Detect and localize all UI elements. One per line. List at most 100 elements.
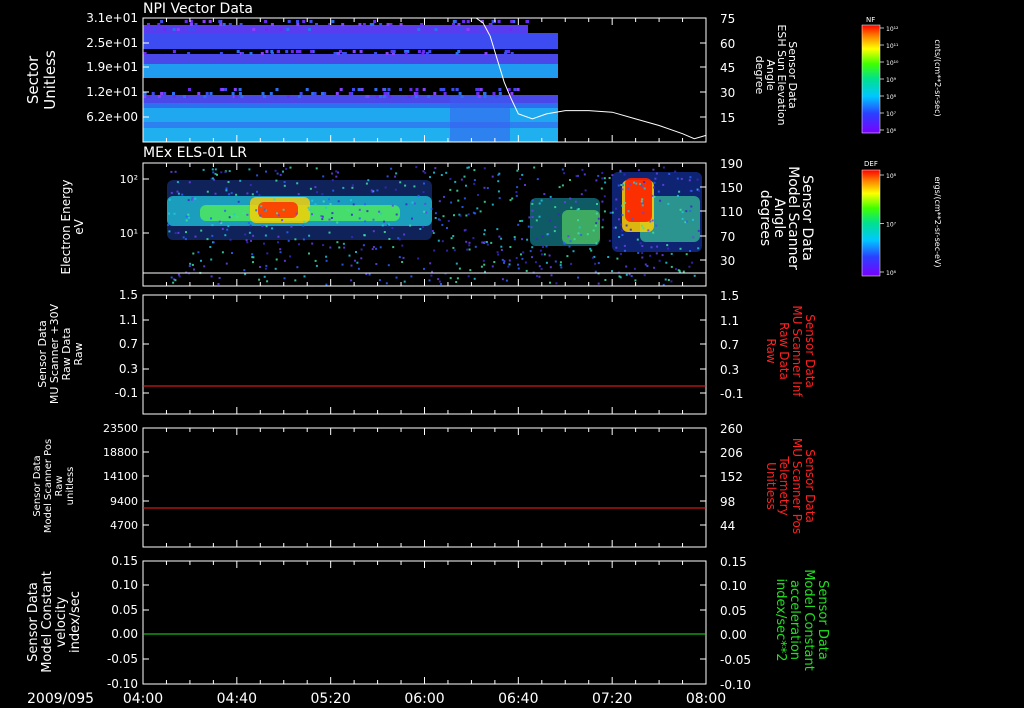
spectrogram-cell: [224, 234, 227, 237]
spectrogram-cell: [352, 203, 355, 206]
ylabel-line: Unitless: [41, 50, 59, 110]
spectrogram-cell: [313, 92, 317, 95]
spectrogram-cell: [187, 213, 190, 216]
spectrogram-cell: [652, 231, 655, 234]
panel3-axes: 1.5 1.1 0.7 0.3 -0.1 1.5 1.1 0.7 0.3 -0.1: [115, 288, 743, 415]
spectrogram-cell: [347, 209, 350, 212]
spectrogram-cell: [264, 234, 267, 237]
spectrogram-cell: [481, 241, 484, 244]
spectrogram-cell: [601, 171, 604, 174]
spectrogram-cell: [483, 263, 486, 266]
spectrogram-cell: [341, 263, 344, 266]
spectrogram-cell: [234, 95, 238, 98]
spectrogram-cell: [220, 171, 223, 174]
spectrogram-cell: [626, 187, 629, 190]
colorbar-tick-label: 10⁷: [886, 111, 897, 118]
spectrogram-cell: [473, 169, 476, 172]
right-y-tick-label: 260: [720, 422, 743, 436]
spectrogram-cell: [452, 235, 455, 237]
spectrogram-cell: [218, 20, 222, 23]
spectrogram-cell: [666, 244, 669, 247]
spectrogram-cell: [297, 193, 300, 196]
spectrogram-cell: [283, 181, 286, 183]
spectrogram-cell: [542, 246, 544, 248]
spectrogram-cell: [508, 259, 511, 262]
spectrogram-cell: [210, 217, 212, 220]
spectrogram-cell: [682, 270, 685, 273]
spectrogram-cell: [394, 188, 397, 191]
spectrogram-cell: [492, 92, 496, 95]
spectrogram-cell: [540, 199, 543, 202]
spectrogram-cell: [279, 173, 282, 176]
spectrogram-cell: [153, 28, 156, 31]
spectrogram-cell: [601, 177, 604, 180]
spectrogram-cell: [670, 265, 673, 268]
spectrogram-cell: [685, 220, 688, 223]
spectrogram-cell: [676, 177, 679, 180]
spectrogram-cell: [607, 256, 610, 258]
spectrogram-cell: [200, 229, 203, 232]
right-y-tick-label: 70: [720, 230, 735, 244]
spectrogram-cell: [500, 237, 503, 240]
spectrogram-cell: [265, 50, 269, 53]
spectrogram-cell: [483, 95, 487, 98]
spectrogram-cell: [367, 179, 370, 182]
spectrogram-cell: [225, 189, 228, 192]
spectrogram-cell: [251, 253, 254, 256]
spectrogram-cell: [679, 247, 682, 250]
spectrogram-cell: [342, 186, 345, 189]
spectrogram-cell: [338, 246, 341, 249]
spectrogram-cell: [642, 212, 645, 215]
spectrogram-cell: [289, 255, 292, 258]
spectrogram-cell: [476, 88, 480, 91]
spectrogram-cell: [217, 283, 220, 285]
spectrogram-cell: [597, 217, 600, 220]
spectrogram-cell: [473, 179, 476, 182]
spectrogram-cell: [649, 254, 652, 257]
spectrogram-cell: [336, 241, 339, 244]
spectrogram-cell: [191, 263, 194, 266]
spectrogram-cell: [433, 92, 437, 95]
spectrogram-cell: [457, 199, 460, 202]
spectrogram-cell: [455, 88, 459, 91]
spectrogram-cell: [321, 218, 324, 221]
spectrogram-cell: [516, 186, 519, 189]
y-tick-label: 9400: [110, 495, 138, 508]
spectrogram-cell: [667, 202, 670, 205]
right-y-tick-label: 15: [720, 111, 735, 125]
spectrogram-cell: [276, 172, 279, 175]
spectrogram-cell: [411, 217, 413, 220]
spectrogram-cell: [474, 245, 477, 248]
spectrogram-cell: [517, 223, 520, 226]
spectrogram-cell: [285, 167, 288, 170]
spectrogram-cell: [465, 184, 467, 187]
spectrogram-cell: [314, 259, 317, 262]
spectrogram-cell: [429, 176, 431, 179]
spectrogram-cell: [604, 279, 607, 281]
spectrogram-cell: [210, 275, 213, 278]
spectrogram-cell: [557, 213, 560, 216]
spectrogram-cell: [548, 219, 551, 222]
spectrogram-cell: [239, 179, 242, 182]
spectrogram-cell: [285, 50, 289, 53]
spectrogram-cell: [366, 210, 369, 213]
spectrogram-cell: [624, 249, 626, 252]
spectrogram-cell: [519, 178, 522, 180]
colorbar-tick-label: 10⁸: [886, 173, 897, 180]
spectrogram-cell: [483, 186, 486, 189]
spectrogram-cell: [375, 95, 379, 98]
spectrogram-cell: [453, 249, 456, 252]
spectrogram-cell: [468, 241, 471, 244]
spectrogram-cell: [333, 52, 337, 55]
y-tick-label: 2.5e+01: [86, 36, 138, 50]
spectrogram-cell: [608, 177, 611, 179]
spectrogram-cell: [521, 238, 523, 241]
spectrogram-cell: [260, 52, 264, 55]
right-y-tick-label: 206: [720, 446, 743, 460]
spectrogram-cell: [615, 207, 617, 210]
spectrogram-cell: [225, 187, 228, 190]
spectrogram-cell: [168, 212, 170, 215]
spectrogram-cell: [563, 172, 566, 175]
spectrogram-cell: [157, 95, 161, 98]
spectrogram-cell: [188, 28, 192, 31]
